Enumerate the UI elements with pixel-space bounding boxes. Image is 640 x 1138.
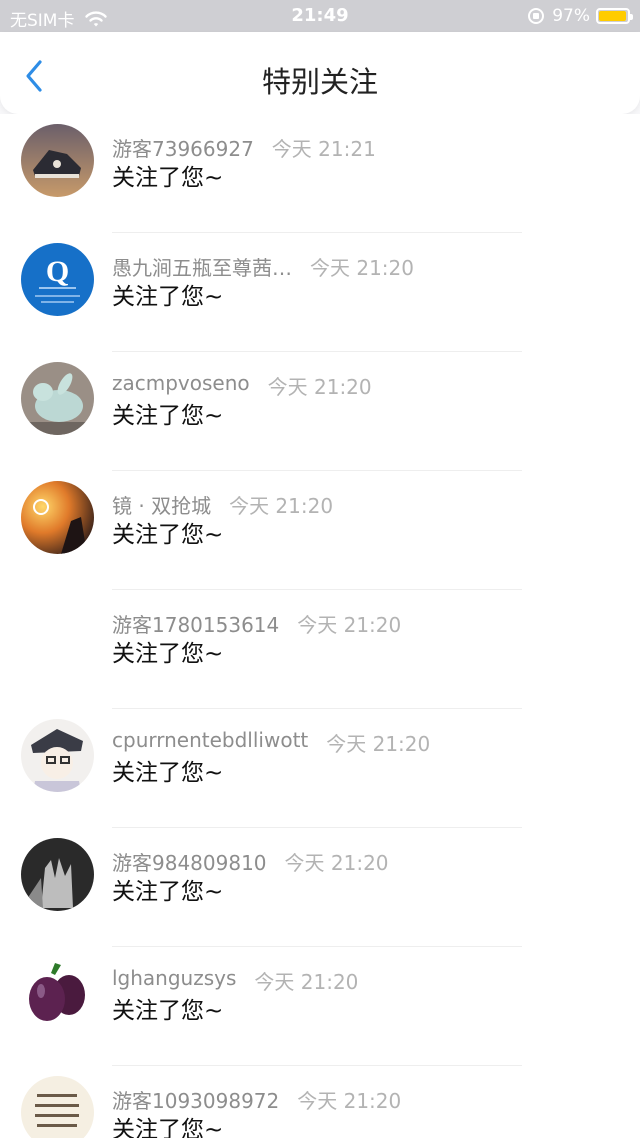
battery-fill — [599, 11, 627, 21]
follow-message: 关注了您~ — [112, 879, 224, 905]
follow-time: 今天 21:20 — [297, 613, 402, 637]
follow-message: 关注了您~ — [112, 760, 224, 786]
battery-icon — [596, 8, 633, 24]
rotation-lock-icon — [528, 8, 545, 24]
list-item[interactable]: 游客1093098972 今天 21:20 关注了您~ — [0, 1066, 640, 1138]
page-title: 特别关注 — [261, 65, 378, 99]
follow-message: 关注了您~ — [112, 403, 224, 429]
list-item[interactable]: 游客1780153614 今天 21:20 关注了您~ — [0, 590, 640, 709]
follow-time: 今天 21:21 — [271, 137, 376, 161]
avatar[interactable] — [21, 719, 94, 792]
list-item[interactable]: 游客73966927 今天 21:21 关注了您~ — [0, 114, 640, 233]
list-item[interactable]: 镜 · 双抢城 今天 21:20 关注了您~ — [0, 471, 640, 590]
list-item[interactable]: 游客984809810 今天 21:20 关注了您~ — [0, 828, 640, 947]
list-item[interactable]: Q 愚九涧五瓶至尊茜… 今天 21:20 关注了您~ — [0, 233, 640, 352]
avatar-empty[interactable] — [21, 600, 94, 673]
status-right: 97% — [528, 6, 633, 26]
follow-message: 关注了您~ — [112, 165, 224, 191]
follow-message: 关注了您~ — [112, 641, 224, 667]
battery-percent: 97% — [552, 6, 590, 26]
follow-time: 今天 21:20 — [254, 970, 359, 994]
list-item[interactable]: lghanguzsys 今天 21:20 关注了您~ — [0, 947, 640, 1066]
follow-message: 关注了您~ — [112, 998, 224, 1024]
status-bar: 无SIM卡 21:49 97% — [0, 0, 640, 32]
avatar[interactable] — [21, 957, 94, 1030]
follow-message: 关注了您~ — [112, 1117, 224, 1138]
avatar-logo-text: Q — [46, 255, 69, 288]
follow-time: 今天 21:20 — [229, 494, 334, 518]
avatar[interactable]: Q — [21, 243, 94, 316]
avatar[interactable] — [21, 838, 94, 911]
follow-message: 关注了您~ — [112, 522, 224, 548]
follow-time: 今天 21:20 — [326, 732, 431, 756]
avatar[interactable] — [21, 124, 94, 197]
nav-bar: 特别关注 — [0, 32, 640, 114]
follow-time: 今天 21:20 — [284, 851, 389, 875]
list-item[interactable]: zacmpvoseno 今天 21:20 关注了您~ — [0, 352, 640, 471]
avatar[interactable] — [21, 362, 94, 435]
follow-time: 今天 21:20 — [297, 1089, 402, 1113]
avatar[interactable] — [21, 1076, 94, 1138]
list-item[interactable]: cpurrnentebdlliwott 今天 21:20 关注了您~ — [0, 709, 640, 828]
follow-time: 今天 21:20 — [310, 256, 414, 280]
follow-time: 今天 21:20 — [267, 375, 372, 399]
avatar[interactable] — [21, 481, 94, 554]
follow-message: 关注了您~ — [112, 284, 224, 310]
follow-list: 游客73966927 今天 21:21 关注了您~ Q 愚九涧五瓶至尊茜… 今天… — [0, 114, 640, 1138]
